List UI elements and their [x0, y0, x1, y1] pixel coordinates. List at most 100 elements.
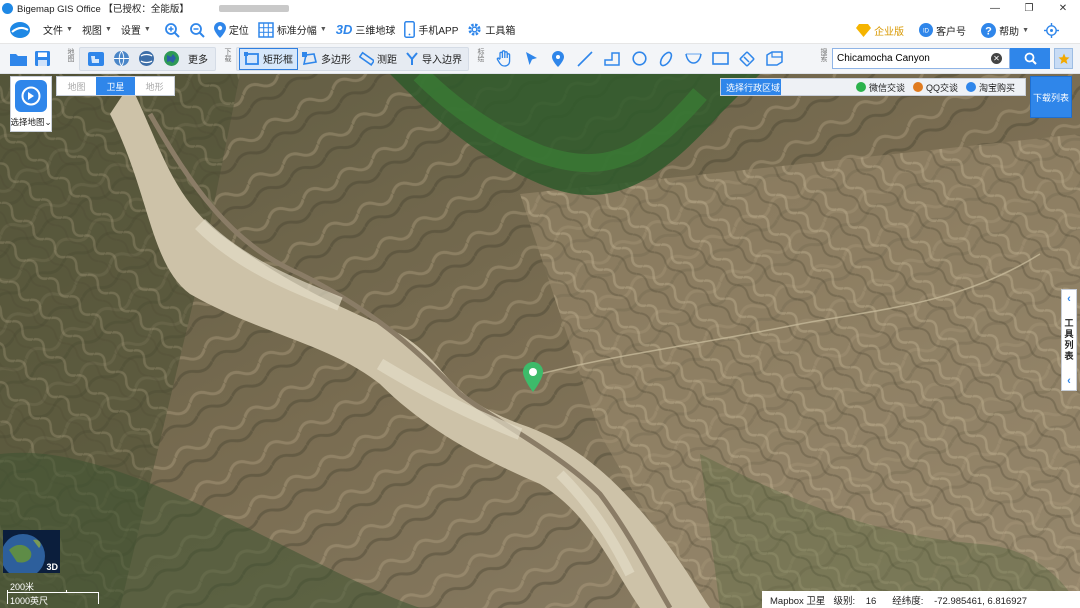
rectangle-tool-button[interactable]: [709, 48, 731, 70]
zoom-out-button[interactable]: [189, 22, 205, 38]
qq-icon: [912, 82, 923, 92]
zoom-in-button[interactable]: [164, 22, 180, 38]
globe-minimap[interactable]: 3D: [3, 530, 60, 573]
folder-icon: [10, 53, 27, 66]
favorite-button[interactable]: [1054, 48, 1073, 69]
map-source-globe-1[interactable]: [109, 48, 134, 70]
search-button[interactable]: [1010, 48, 1050, 69]
customer-id-button[interactable]: ID 客户号: [919, 23, 966, 38]
circle-tool-button[interactable]: [628, 48, 650, 70]
taobao-buy-button[interactable]: 淘宝购买: [965, 81, 1015, 94]
diamond-icon: [856, 24, 872, 37]
phone-icon: [404, 21, 416, 38]
download-group-label: 下载: [224, 47, 231, 62]
tab-map[interactable]: 地图: [57, 77, 96, 95]
map-source-group: 更多: [79, 46, 216, 71]
ruler-icon: [359, 51, 374, 66]
zoom-level-label: 级别: 16: [833, 595, 877, 607]
polygon-select-button[interactable]: 多边形: [298, 48, 355, 70]
menu-view[interactable]: 视图 ▼: [82, 22, 112, 37]
download-tools-group: 矩形框 多边形 测距 导入边界: [236, 46, 469, 71]
zoom-in-icon: [164, 22, 180, 38]
tool-list-panel[interactable]: ‹ 工具列表 ‹: [1061, 289, 1077, 391]
area-tool-button[interactable]: [763, 48, 785, 70]
minimize-button[interactable]: —: [978, 0, 1012, 16]
measure-distance-button[interactable]: 测距: [355, 48, 401, 70]
line-tool-button[interactable]: [574, 48, 596, 70]
scale-bar: 200米 1000英尺: [7, 580, 102, 606]
mobile-app-button[interactable]: 手机APP: [404, 21, 458, 38]
map-source-globe-3[interactable]: [159, 48, 184, 70]
enterprise-button[interactable]: 企业版: [856, 23, 904, 38]
pan-tool-button[interactable]: [493, 48, 515, 70]
mark-group-label: 标绘: [477, 47, 484, 62]
3d-icon: 3D: [335, 22, 353, 37]
arrow-cursor-icon: [525, 52, 537, 65]
chevron-left-icon[interactable]: ‹: [1067, 375, 1071, 387]
coordinates-value: -72.985461, 6.816927: [934, 595, 1028, 607]
import-boundary-button[interactable]: 导入边界: [401, 48, 466, 70]
marker-pin-icon: [523, 362, 543, 392]
eraser-tool-button[interactable]: [736, 48, 758, 70]
marker-tool-button[interactable]: [547, 48, 569, 70]
wechat-chat-button[interactable]: 微信交谈: [855, 81, 905, 94]
map-marker-pin[interactable]: [523, 362, 543, 395]
tool-list-label: 工具列表: [1064, 318, 1074, 361]
toolbox-button[interactable]: 工具箱: [467, 22, 515, 37]
open-folder-button[interactable]: [6, 48, 31, 70]
menu-file[interactable]: 文件 ▼: [43, 22, 73, 37]
search-box: ✕: [832, 48, 1010, 69]
ellipse-tool-button[interactable]: [655, 48, 677, 70]
tab-satellite[interactable]: 卫星: [96, 77, 135, 95]
circle-icon: [631, 51, 647, 66]
target-button[interactable]: [1044, 22, 1059, 38]
marker-icon: [552, 50, 564, 67]
search-group-label: 搜索: [820, 48, 827, 62]
locate-button[interactable]: 定位: [213, 21, 249, 38]
polyline-icon: [603, 51, 620, 66]
restore-button[interactable]: ❐: [1012, 0, 1046, 16]
map-type-tabs: 地图 卫星 地形: [56, 76, 175, 96]
save-button[interactable]: [31, 48, 54, 70]
search-icon: [1024, 52, 1037, 65]
more-maps-button[interactable]: 更多: [184, 48, 212, 70]
clear-search-icon[interactable]: ✕: [991, 53, 1002, 64]
select-tool-button[interactable]: [520, 48, 542, 70]
rectangle-select-button[interactable]: 矩形框: [239, 47, 298, 70]
close-button[interactable]: ✕: [1046, 0, 1080, 16]
window-title: Bigemap GIS Office 【已授权：全能版】: [17, 4, 189, 15]
arc-tool-button[interactable]: [682, 48, 704, 70]
map-view[interactable]: [0, 74, 1080, 608]
zoom-out-icon: [189, 22, 205, 38]
download-list-button[interactable]: 下载列表: [1030, 76, 1072, 118]
app-logo-icon: [2, 2, 13, 14]
menu-settings[interactable]: 设置 ▼: [121, 22, 151, 37]
zoom-level-value: 16: [865, 595, 877, 607]
arc-icon: [684, 53, 702, 64]
region-bar: 选择行政区域 微信交谈 QQ交谈 淘宝购买: [720, 78, 1026, 96]
select-region-button[interactable]: 选择行政区域: [721, 79, 781, 95]
tab-terrain[interactable]: 地形: [135, 77, 174, 95]
3d-globe-button[interactable]: 3D 三维地球: [336, 22, 396, 37]
qq-chat-button[interactable]: QQ交谈: [912, 81, 958, 94]
map-source-china[interactable]: [83, 48, 109, 70]
map-source-globe-2[interactable]: [134, 48, 159, 70]
hand-icon: [496, 50, 511, 67]
standard-grid-menu[interactable]: 标准分幅 ▼: [258, 21, 327, 38]
minimap-3d-label: 3D: [46, 562, 58, 572]
ellipse-icon: [659, 51, 673, 66]
help-menu[interactable]: ? 帮助 ▼: [981, 22, 1029, 38]
chevron-left-icon[interactable]: ‹: [1067, 293, 1071, 305]
wechat-icon: [855, 82, 866, 92]
redacted-text: [218, 4, 289, 12]
polygon-select-icon: [302, 51, 317, 65]
location-icon: [213, 21, 226, 38]
select-map-button[interactable]: 选择地图⌄: [10, 76, 52, 132]
search-input[interactable]: [833, 53, 991, 64]
star-icon: [1058, 53, 1069, 64]
globe-icon: [164, 51, 179, 66]
line-icon: [577, 50, 593, 67]
satellite-imagery: [0, 74, 1080, 608]
polyline-tool-button[interactable]: [601, 48, 623, 70]
grid-icon: [258, 21, 274, 38]
